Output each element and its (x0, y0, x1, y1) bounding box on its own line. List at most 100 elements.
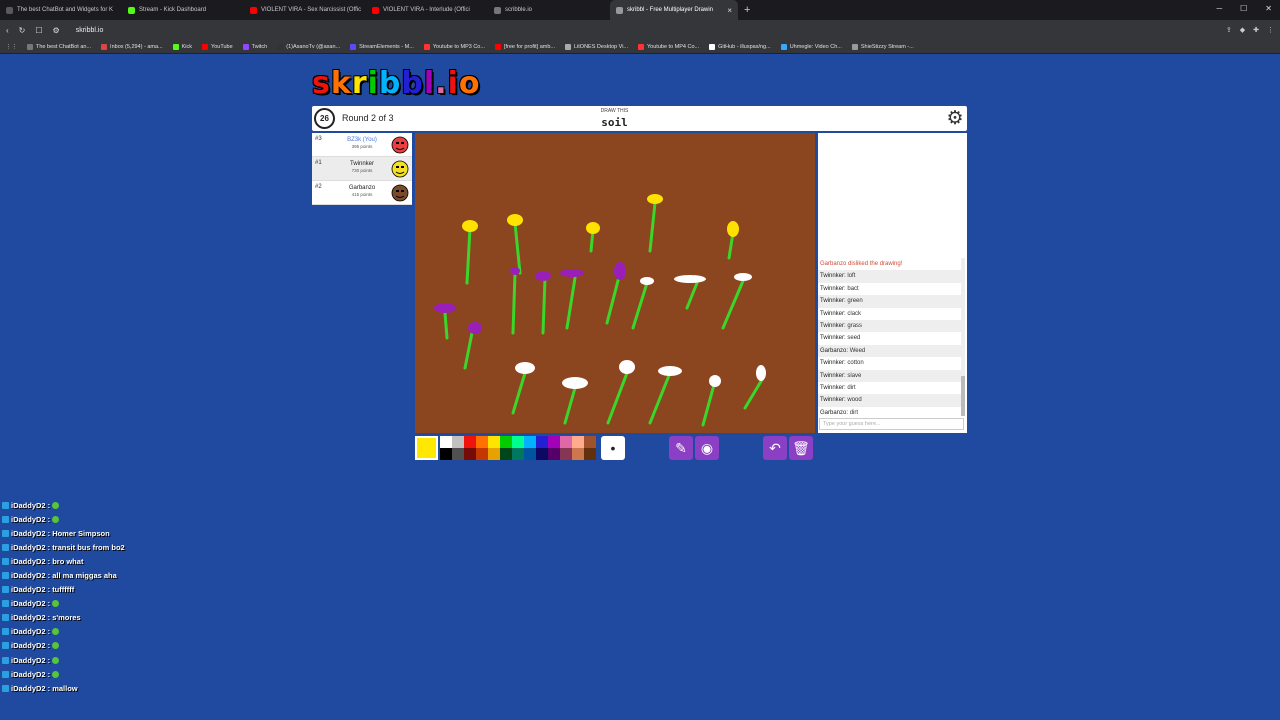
palette-color-swatch[interactable] (524, 448, 536, 460)
emote-icon (52, 628, 60, 636)
palette-color-swatch[interactable] (464, 448, 476, 460)
extension-icon[interactable]: ◆ (1240, 26, 1245, 34)
user-badge-icon (2, 628, 9, 636)
bookmark-item[interactable]: Youtube to MP3 Co... (423, 43, 485, 50)
palette-color-swatch[interactable] (512, 448, 524, 460)
bookmark-item[interactable]: Inbox (5,294) - ama... (101, 43, 163, 50)
chat-message: Twinnker: grass (818, 319, 963, 333)
bookmark-item[interactable]: The best ChatBot an... (27, 43, 91, 50)
palette-color-swatch[interactable] (536, 448, 548, 460)
menu-icon[interactable]: ⋮ (1267, 26, 1274, 34)
browser-tab[interactable]: VIOLENT VIRA - Sex Narcissist (Offic (244, 0, 366, 20)
bookmark-item[interactable]: LitONES Desktop Vi... (565, 43, 629, 50)
bookmark-label: Kick (181, 43, 193, 50)
palette-color-swatch[interactable] (548, 436, 560, 448)
undo-button[interactable]: ↶ (763, 436, 787, 460)
bookmark-item[interactable]: YouTube (202, 43, 233, 50)
game-header: 26 Round 2 of 3 DRAW THIS soil ⚙ (312, 106, 967, 131)
bookmark-item[interactable]: Twitch (242, 43, 267, 50)
palette-color-swatch[interactable] (440, 448, 452, 460)
palette-color-swatch[interactable] (524, 436, 536, 448)
palette-color-swatch[interactable] (560, 436, 572, 448)
palette-color-swatch[interactable] (452, 448, 464, 460)
user-badge-icon (2, 656, 9, 664)
browser-tab[interactable]: skribbl - Free Multiplayer Drawin × (610, 0, 738, 20)
player-row[interactable]: #2 Garbanzo 415 points (312, 181, 412, 205)
bookmark-item[interactable]: ShieStizzy Stream -... (851, 43, 914, 50)
apps-icon[interactable]: ⋮⋮ (6, 44, 17, 50)
chat-messages: Garbanzo disliked the drawing! Twinnker: … (818, 258, 963, 419)
new-tab-icon[interactable]: + (738, 4, 756, 16)
bookmark-item[interactable]: Kick (172, 43, 193, 50)
trash-icon: 🗑 (792, 439, 810, 456)
browser-tab[interactable]: scribble.io (488, 0, 610, 20)
palette-color-swatch[interactable] (500, 448, 512, 460)
player-row[interactable]: #1 Twinnker 730 points (312, 157, 412, 181)
stream-chat-message: iDaddyD2 : Homer Simpson (0, 526, 200, 540)
close-tab-icon[interactable]: × (727, 6, 732, 15)
site-info-icon[interactable]: ⚙ (53, 26, 60, 35)
palette-color-swatch[interactable] (560, 448, 572, 460)
bookmark-item[interactable]: Uhmegle: Video Ch... (780, 43, 842, 50)
maximize-icon[interactable]: ☐ (1240, 4, 1247, 13)
user-badge-icon (2, 614, 9, 622)
share-icon[interactable]: ⇪ (1226, 26, 1232, 34)
guess-input[interactable]: Type your guess here... (819, 418, 964, 430)
bookmark-label: YouTube (211, 43, 233, 50)
puzzle-icon[interactable]: ✚ (1253, 26, 1259, 34)
bookmark-item[interactable]: (1)AsanoTv (@asan... (277, 43, 340, 50)
palette-color-swatch[interactable] (488, 436, 500, 448)
bookmark-label: LitONES Desktop Vi... (574, 43, 629, 50)
palette-color-swatch[interactable] (476, 436, 488, 448)
settings-gear-icon[interactable]: ⚙ (945, 108, 965, 129)
palette-color-swatch[interactable] (536, 436, 548, 448)
reload-icon[interactable]: ↻ (19, 26, 26, 35)
url-field[interactable]: skribbl.io (76, 27, 104, 34)
back-icon[interactable]: ‹ (6, 26, 9, 35)
pencil-tool-button[interactable]: ✎ (669, 436, 693, 460)
browser-tab[interactable]: Stream - Kick Dashboard (122, 0, 244, 20)
player-row[interactable]: #3 BZ3k (You) 395 points (312, 133, 412, 157)
player-points: 730 points (351, 168, 373, 173)
logo-letter: r (351, 66, 368, 101)
clear-button[interactable]: 🗑 (789, 436, 813, 460)
emote-icon (52, 515, 60, 523)
bookmark-item[interactable]: GitHub - illuspas/ng... (709, 43, 771, 50)
bookmark-item[interactable]: [free for profit] amb... (494, 43, 555, 50)
minimize-icon[interactable]: ─ (1216, 4, 1222, 13)
palette-color-swatch[interactable] (452, 436, 464, 448)
browser-tab[interactable]: The best ChatBot and Widgets for K (0, 0, 122, 20)
brush-size-button[interactable]: • (601, 436, 625, 460)
fill-tool-button[interactable]: ◉ (695, 436, 719, 460)
emote-icon (52, 642, 60, 650)
bookmark-item[interactable]: StreamElements - M... (350, 43, 414, 50)
palette-color-swatch[interactable] (488, 448, 500, 460)
stream-chat-overlay: iDaddyD2 : iDaddyD2 : iDaddyD2 : Homer Simp… (0, 498, 200, 695)
bookmark-item[interactable]: Youtube to MP4 Co... (638, 43, 700, 50)
palette-color-swatch[interactable] (476, 448, 488, 460)
palette-color-swatch[interactable] (584, 436, 596, 448)
bookmark-icon[interactable]: ☐ (35, 26, 42, 35)
palette-color-swatch[interactable] (500, 436, 512, 448)
stream-chat-message: iDaddyD2 : mallow (0, 681, 200, 695)
stream-chat-user: iDaddyD2 : (11, 599, 51, 609)
palette-color-swatch[interactable] (572, 448, 584, 460)
palette-color-swatch[interactable] (584, 448, 596, 460)
palette-color-swatch[interactable] (440, 436, 452, 448)
stream-chat-message: iDaddyD2 : s'mores (0, 611, 200, 625)
palette-color-swatch[interactable] (512, 436, 524, 448)
logo-letter: k (330, 66, 352, 101)
close-icon[interactable]: ✕ (1265, 4, 1272, 13)
color-palette (440, 436, 596, 460)
user-badge-icon (2, 529, 9, 537)
bookmark-label: GitHub - illuspas/ng... (718, 43, 771, 50)
drawing-canvas[interactable] (415, 133, 815, 433)
chat-scrollbar[interactable] (961, 258, 965, 416)
palette-color-swatch[interactable] (464, 436, 476, 448)
browser-tab[interactable]: VIOLENT VIRA - Interlude (Offici (366, 0, 488, 20)
bookmark-label: Youtube to MP4 Co... (647, 43, 700, 50)
palette-color-swatch[interactable] (572, 436, 584, 448)
palette-color-swatch[interactable] (548, 448, 560, 460)
stream-chat-user: iDaddyD2 : (11, 514, 51, 524)
logo-letter: . (435, 66, 448, 101)
